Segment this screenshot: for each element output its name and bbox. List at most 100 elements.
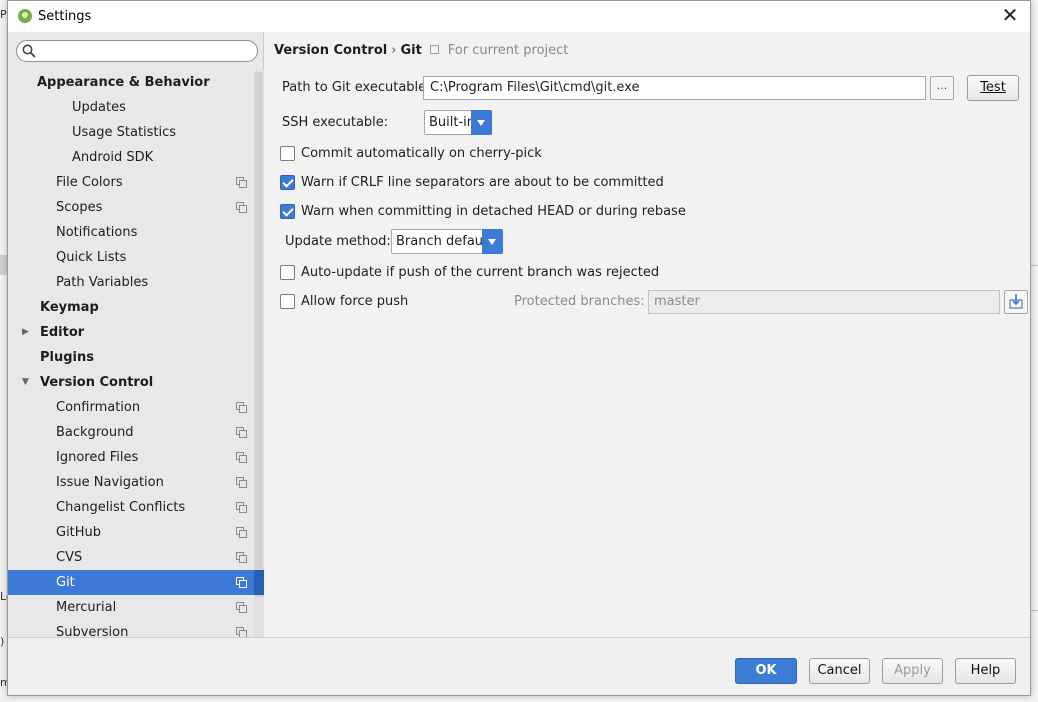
sidebar-item-label: Android SDK [72,150,154,165]
project-scope-icon [236,202,247,213]
warn-crlf-checkbox[interactable] [280,175,295,190]
sidebar-item-label: Quick Lists [56,250,127,265]
sidebar-item-quick-lists[interactable]: Quick Lists [8,245,264,270]
help-button[interactable]: Help [955,658,1016,684]
dialog-footer: OK Cancel Apply Help [8,637,1030,695]
project-scope-icon [236,552,247,563]
sidebar-item-editor[interactable]: ▶ Editor [8,320,264,345]
sidebar-item-plugins[interactable]: Plugins [8,345,264,370]
chevron-down-icon [471,110,492,135]
git-settings-panel: Version Control › Git For current project P… [265,32,1030,637]
warn-detached-label: Warn when committing in detached HEAD or… [301,204,686,219]
sidebar-item-label: File Colors [56,175,123,190]
sidebar-item-label: Issue Navigation [56,475,164,490]
breadcrumb-separator: › [391,43,397,58]
close-icon[interactable]: ✕ [998,4,1022,28]
sidebar-item-usage-statistics[interactable]: Usage Statistics [8,120,264,145]
ok-button[interactable]: OK [735,658,797,684]
sidebar-item-mercurial[interactable]: Mercurial [8,595,264,620]
project-scope-icon [236,477,247,488]
test-button[interactable]: Test [967,75,1019,101]
sidebar-item-cvs[interactable]: CVS [8,545,264,570]
search-input[interactable] [16,40,258,62]
sidebar-item-github[interactable]: GitHub [8,520,264,545]
ssh-executable-label: SSH executable: [282,115,389,130]
project-scope-icon [236,452,247,463]
git-path-input[interactable]: C:\Program Files\Git\cmd\git.exe [423,76,926,100]
background-divider [1030,265,1038,266]
project-scope-icon [236,602,247,613]
ssh-executable-select[interactable]: Built-in [424,110,492,135]
window-title: Settings [38,9,92,24]
expand-arrow-icon[interactable]: ▼ [22,370,29,395]
sidebar-item-background[interactable]: Background [8,420,264,445]
sidebar-item-label: Path Variables [56,275,149,290]
update-method-select[interactable]: Branch default [391,229,503,254]
auto-update-checkbox[interactable] [280,265,295,280]
background-divider [1030,610,1038,611]
selection-marker [254,570,264,595]
auto-update-label: Auto-update if push of the current branc… [301,265,660,280]
sidebar-item-label: GitHub [56,525,102,540]
sidebar-item-file-colors[interactable]: File Colors [8,170,264,195]
project-scope-icon [236,402,247,413]
android-studio-icon [18,9,32,23]
allow-force-push-checkbox[interactable] [280,294,295,309]
collapse-arrow-icon[interactable]: ▶ [22,320,29,345]
sidebar-item-label: Plugins [40,350,94,365]
search-icon [22,44,36,58]
chevron-down-icon [482,229,503,254]
project-scope-icon [236,427,247,438]
settings-dialog: Settings ✕ Appearance & Behavior Updates U… [7,0,1031,696]
sidebar-item-confirmation[interactable]: Confirmation [8,395,264,420]
sidebar-item-label: CVS [56,550,83,565]
project-scope-icon [236,177,247,188]
warn-detached-checkbox[interactable] [280,204,295,219]
background-text: ) [0,635,5,648]
apply-button[interactable]: Apply [882,658,943,684]
sidebar-item-label: Confirmation [56,400,141,415]
sidebar-item-label: Version Control [40,375,154,390]
sidebar-item-ignored-files[interactable]: Ignored Files [8,445,264,470]
sidebar-item-label: Keymap [40,300,99,315]
update-method-value: Branch default [396,234,492,249]
sidebar-item-label: Changelist Conflicts [56,500,186,515]
sidebar-item-updates[interactable]: Updates [8,95,264,120]
commit-cherry-pick-checkbox[interactable] [280,146,295,161]
settings-sidebar: Appearance & Behavior Updates Usage Statis… [8,32,264,640]
sidebar-item-label: Updates [72,100,126,115]
sidebar-item-label: Scopes [56,200,103,215]
project-scope-icon [236,502,247,513]
cancel-button[interactable]: Cancel [809,658,870,684]
path-to-git-label: Path to Git executable: [282,80,431,95]
sidebar-item-changelist-conflicts[interactable]: Changelist Conflicts [8,495,264,520]
sidebar-item-appearance-behavior[interactable]: Appearance & Behavior [8,70,264,95]
sidebar-item-path-variables[interactable]: Path Variables [8,270,264,295]
sidebar-item-label: Usage Statistics [72,125,177,140]
sidebar-item-git[interactable]: Git [8,570,264,595]
update-method-label: Update method: [285,234,391,249]
sidebar-item-version-control[interactable]: ▼ Version Control [8,370,264,395]
sidebar-item-label: Mercurial [56,600,117,615]
test-button-label: Test [980,80,1006,95]
breadcrumb-current: Git [400,43,422,58]
sidebar-item-label: Ignored Files [56,450,139,465]
project-scope-icon [236,577,247,588]
sidebar-item-label: Appearance & Behavior [37,75,210,90]
warn-crlf-label: Warn if CRLF line separators are about t… [301,175,664,190]
breadcrumb-parent: Version Control [274,43,388,58]
protected-branches-label: Protected branches: [514,294,645,309]
sidebar-item-scopes[interactable]: Scopes [8,195,264,220]
sidebar-item-issue-navigation[interactable]: Issue Navigation [8,470,264,495]
sidebar-item-label: Background [56,425,134,440]
edit-branches-button[interactable] [1004,290,1028,314]
scope-label: For current project [447,43,569,58]
sidebar-item-label: Editor [40,325,85,340]
sidebar-item-keymap[interactable]: Keymap [8,295,264,320]
sidebar-item-notifications[interactable]: Notifications [8,220,264,245]
browse-button[interactable]: ... [930,76,954,100]
sidebar-item-android-sdk[interactable]: Android SDK [8,145,264,170]
sidebar-item-label: Notifications [56,225,138,240]
allow-force-push-label: Allow force push [301,294,409,309]
protected-branches-input[interactable]: master [648,290,1000,314]
